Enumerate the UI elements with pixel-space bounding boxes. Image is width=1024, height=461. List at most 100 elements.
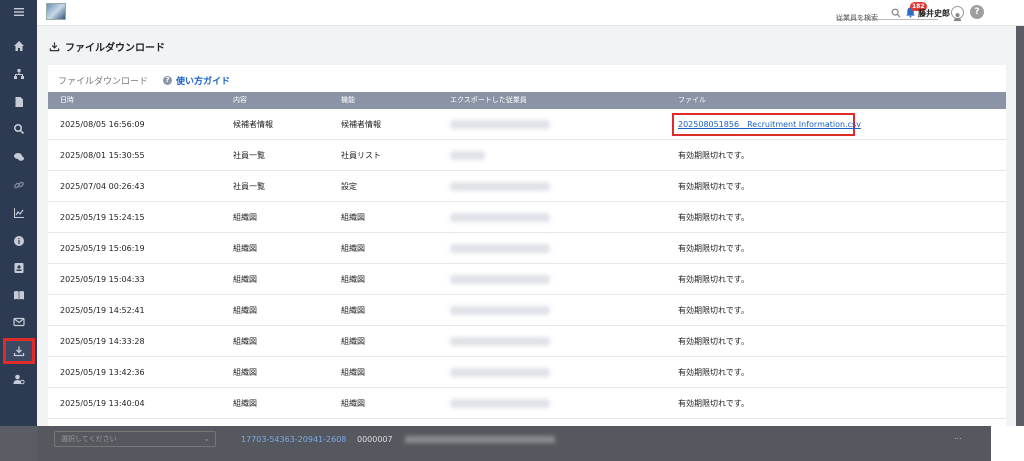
cell-date: 2025/05/19 15:04:33 [60,275,145,284]
cell-file-status: 有効期限切れです。 [678,306,749,315]
cell-function: 組織図 [341,368,365,377]
table-row: 2025/05/19 15:24:15 組織図 組織図 有効期限切れです。 [48,202,1006,233]
cell-exported-by-redacted [450,399,550,408]
cell-date: 2025/05/19 13:42:36 [60,368,145,377]
cell-function: 社員リスト [341,151,381,160]
column-header-file[interactable]: ファイル [678,92,706,109]
cell-content: 候補者情報 [233,120,273,129]
chevron-down-icon: ⌄ [203,434,210,443]
cell-date: 2025/05/19 14:33:28 [60,337,145,346]
info-icon[interactable] [0,229,37,253]
column-header-exported-by[interactable]: エクスポートした従業員 [450,92,527,109]
cell-date: 2025/08/01 15:30:55 [60,151,145,160]
help-icon[interactable]: ? [970,5,984,19]
home-icon[interactable] [0,34,37,58]
background-redacted-text [405,436,555,443]
cell-function: 組織図 [341,399,365,408]
cell-file-status: 有効期限切れです。 [678,182,749,191]
cell-content: 社員一覧 [233,182,265,191]
cell-function: 組織図 [341,244,365,253]
user-settings-icon[interactable] [0,367,37,391]
download-icon[interactable] [3,338,35,364]
profile-card-icon[interactable] [0,256,37,280]
cell-exported-by-redacted [450,120,550,129]
cell-exported-by-redacted [450,275,550,284]
cell-file-status: 有効期限切れです。 [678,213,749,222]
question-icon: ? [163,76,173,85]
background-code: 0000007 [357,435,393,444]
chat-icon[interactable] [0,145,37,169]
cell-exported-by-redacted [450,306,550,315]
usage-guide-link[interactable]: ? 使い方ガイド [163,74,230,87]
menu-icon[interactable] [0,0,37,24]
cell-content: 組織図 [233,337,257,346]
cell-exported-by-redacted [450,182,550,191]
cell-content: 組織図 [233,368,257,377]
page-header: ファイルダウンロード [49,39,165,54]
cell-file-status: 有効期限切れです。 [678,399,749,408]
cell-file-status: 有効期限切れです。 [678,244,749,253]
top-bar [37,0,1024,26]
usage-guide-label: 使い方ガイド [176,77,231,87]
table-header: 日時 内容 機能 エクスポートした従業員 ファイル [48,92,1006,109]
sidebar [0,0,37,426]
cell-exported-by-redacted [450,368,550,377]
link-icon[interactable] [0,173,37,197]
cell-file-status: 有効期限切れです。 [678,151,749,160]
column-header-content[interactable]: 内容 [233,92,247,109]
cell-date: 2025/07/04 00:26:43 [60,182,145,191]
cell-content: 社員一覧 [233,151,265,160]
download-card: ファイルダウンロード ? 使い方ガイド 日時 内容 機能 エクスポートした従業員… [48,65,1006,426]
cell-exported-by-redacted [450,337,550,346]
cell-content: 組織図 [233,275,257,284]
table-row: 2025/05/19 14:33:28 組織図 組織図 有効期限切れです。 [48,326,1006,357]
cell-content: 組織図 [233,399,257,408]
cell-function: 候補者情報 [341,120,381,129]
cell-date: 2025/05/19 13:40:04 [60,399,145,408]
card-header: ファイルダウンロード ? 使い方ガイド [58,74,230,87]
table-row: 2025/05/19 13:40:04 組織図 組織図 有効期限切れです。 [48,388,1006,419]
main-content: ファイルダウンロード ファイルダウンロード ? 使い方ガイド 日時 内容 機能 … [37,26,1016,426]
table-row: 2025/08/01 15:30:55 社員一覧 社員リスト 有効期限切れです。 [48,140,1006,171]
table-row: 2025/05/19 14:52:41 組織図 組織図 有効期限切れです。 [48,295,1006,326]
column-header-function[interactable]: 機能 [341,92,355,109]
file-download-link[interactable]: 202508051856__Recruitment Information.cs… [678,109,861,140]
cell-exported-by-redacted [450,213,550,222]
book-icon[interactable] [0,283,37,307]
more-icon[interactable]: ... [954,432,962,441]
background-select-placeholder: 選択してください [61,435,117,443]
cell-date: 2025/05/19 14:52:41 [60,306,145,315]
cell-function: 組織図 [341,337,365,346]
chart-icon[interactable] [0,201,37,225]
cell-function: 組織図 [341,306,365,315]
cell-content: 組織図 [233,213,257,222]
background-page: 選択してください ⌄ 17703-54363-20941-2608 000000… [37,426,991,461]
cell-content: 組織図 [233,244,257,253]
org-chart-icon[interactable] [0,62,37,86]
table-body: 2025/08/05 16:56:09 候補者情報 候補者情報 20250805… [48,109,1006,419]
cell-function: 組織図 [341,213,365,222]
table-row: 2025/05/19 13:42:36 組織図 組織図 有効期限切れです。 [48,357,1006,388]
avatar[interactable] [951,6,964,22]
cell-date: 2025/05/19 15:24:15 [60,213,145,222]
cell-file-status: 有効期限切れです。 [678,368,749,377]
page-title: ファイルダウンロード [65,43,165,54]
background-select[interactable]: 選択してください ⌄ [54,431,216,447]
document-icon[interactable] [0,90,37,114]
cell-file-status: 有効期限切れです。 [678,275,749,284]
background-link[interactable]: 17703-54363-20941-2608 [241,435,346,444]
search-icon[interactable] [0,117,37,141]
column-header-date[interactable]: 日時 [60,92,74,109]
table-row: 2025/05/19 15:06:19 組織図 組織図 有効期限切れです。 [48,233,1006,264]
mail-icon[interactable] [0,310,37,334]
company-logo[interactable] [46,3,66,20]
user-name[interactable]: 藤井史郎 [918,8,950,19]
cell-function: 組織図 [341,275,365,284]
table-row: 2025/05/19 15:04:33 組織図 組織図 有効期限切れです。 [48,264,1006,295]
cell-function: 設定 [341,182,357,191]
cell-file-status: 有効期限切れです。 [678,337,749,346]
table-row: 2025/08/05 16:56:09 候補者情報 候補者情報 20250805… [48,109,1006,140]
search-button-icon[interactable] [891,8,901,18]
cell-date: 2025/08/05 16:56:09 [60,120,145,129]
cell-date: 2025/05/19 15:06:19 [60,244,145,253]
